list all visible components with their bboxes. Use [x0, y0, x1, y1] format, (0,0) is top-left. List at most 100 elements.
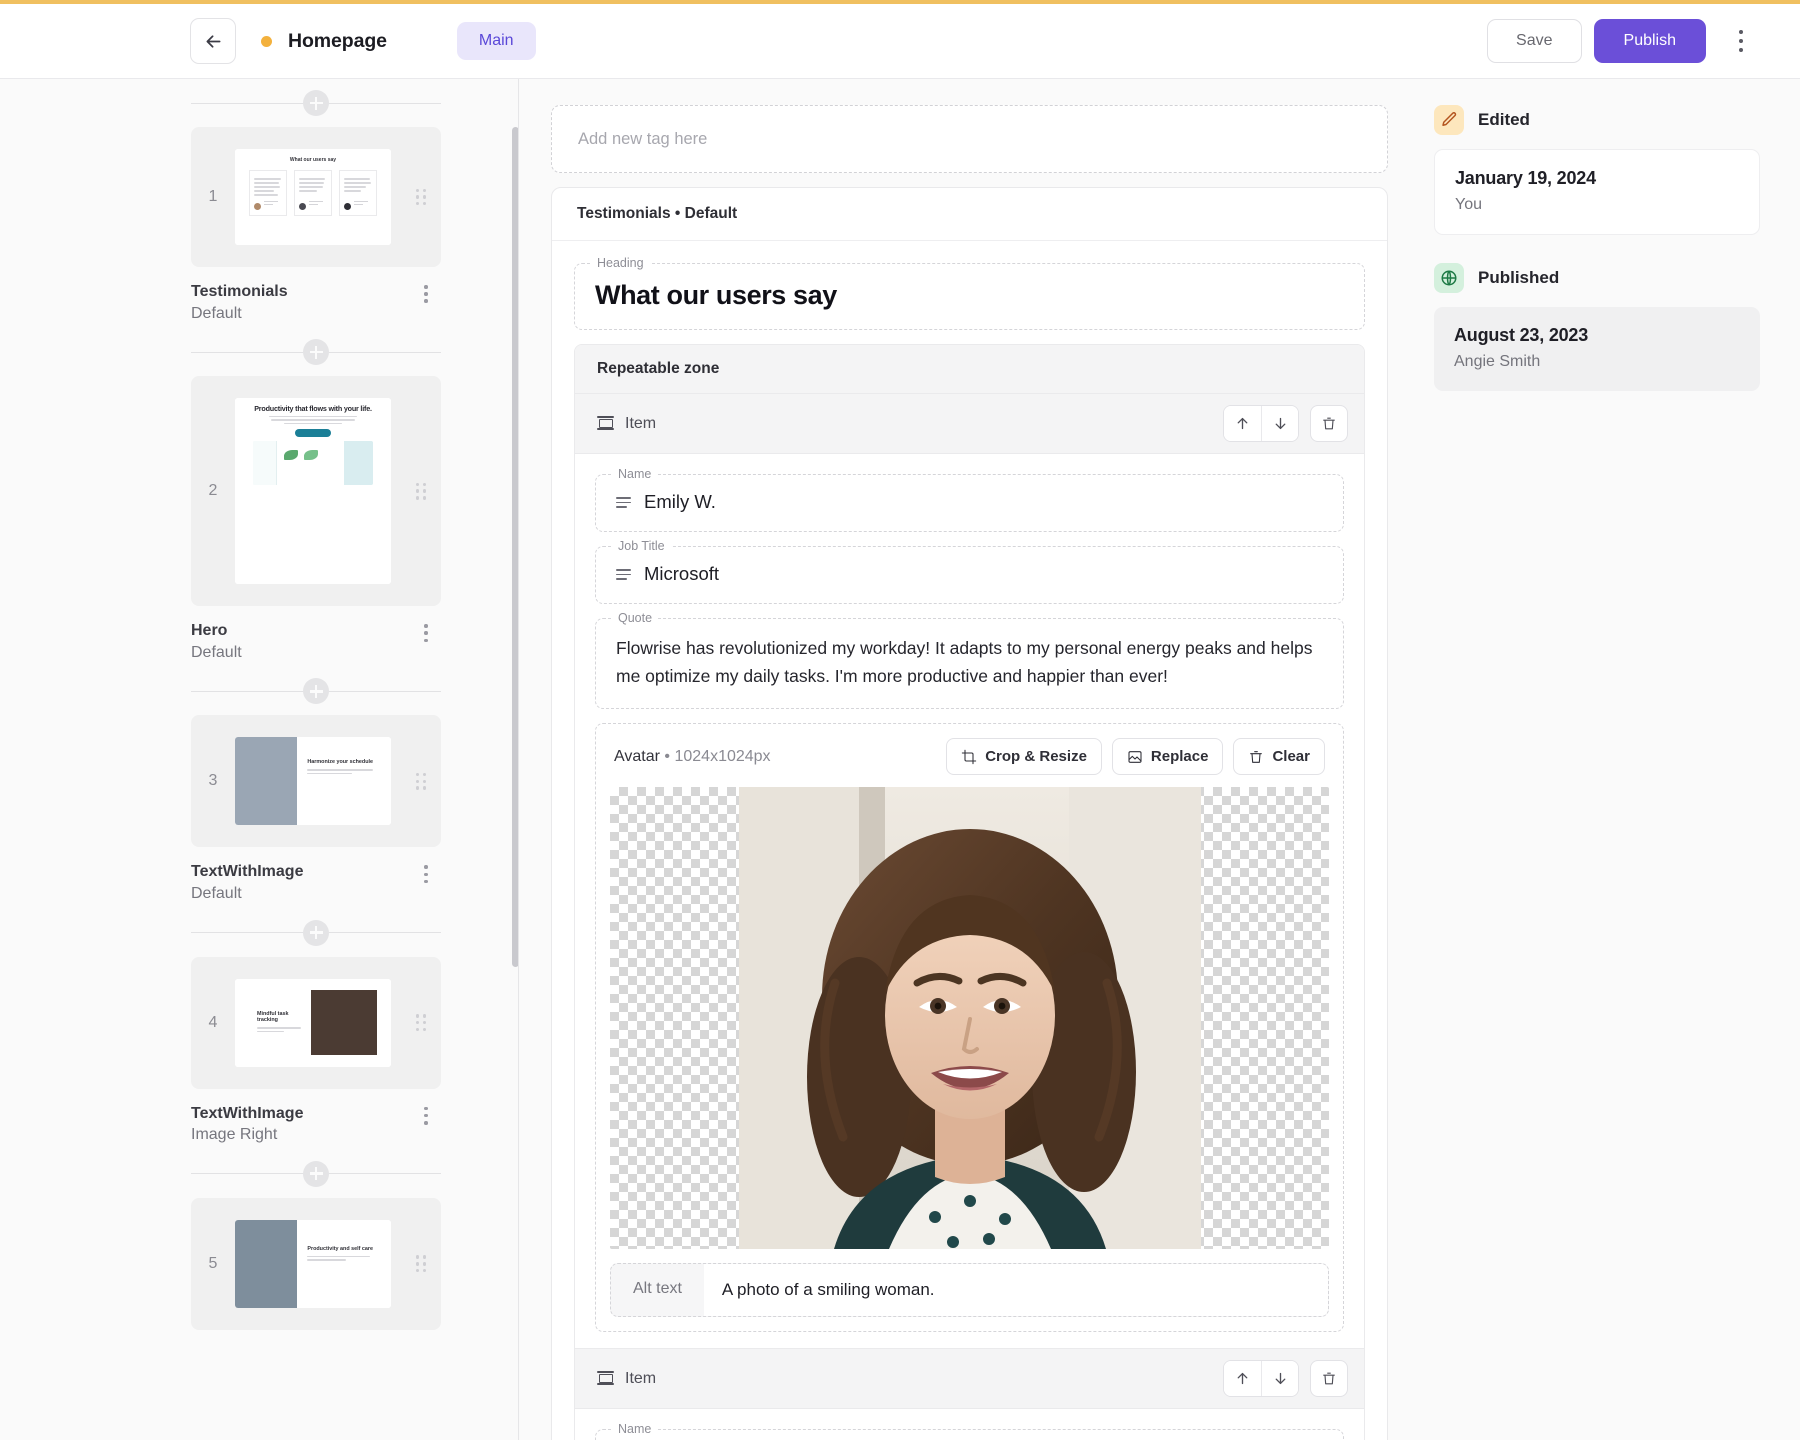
field-value: Emily W.: [644, 491, 716, 512]
edited-title: Edited: [1478, 110, 1530, 129]
slice-variation: Default: [191, 884, 242, 902]
add-slice-divider-3[interactable]: [191, 909, 441, 957]
edited-card: January 19, 2024 You: [1434, 149, 1760, 235]
add-slice-divider-0[interactable]: [191, 79, 441, 127]
app-root: Homepage Main Save Publish 1 What our us…: [0, 0, 1800, 1440]
move-item-down-button[interactable]: [1261, 1361, 1298, 1397]
heading-field[interactable]: Heading What our users say: [574, 256, 1365, 330]
slice-card-1[interactable]: 1 What our users say: [191, 127, 441, 267]
tag-input[interactable]: Add new tag here: [551, 105, 1388, 173]
avatar-image-widget: Avatar • 1024x1024px Crop & Resize Repla…: [595, 723, 1344, 1333]
crop-icon: [962, 749, 977, 764]
field-value: Flowrise has revolutionized my workday! …: [616, 638, 1313, 686]
slice-fields-panel: Testimonials • Default Heading What our …: [551, 187, 1388, 1440]
slice-card-4[interactable]: 4 Mindful task tracking: [191, 956, 441, 1089]
back-button[interactable]: [190, 18, 236, 64]
slice-meta-4: TextWithImage Image Right: [191, 1089, 441, 1150]
add-slice-icon[interactable]: [303, 1160, 329, 1187]
add-slice-icon[interactable]: [303, 919, 329, 946]
thumb-heading: What our users say: [289, 157, 337, 163]
slice-number: 2: [208, 482, 218, 500]
add-slice-icon[interactable]: [303, 678, 329, 705]
crop-resize-button[interactable]: Crop & Resize: [946, 738, 1102, 776]
field-value: Microsoft: [644, 563, 720, 584]
alt-text-input[interactable]: A photo of a smiling woman.: [703, 1264, 1328, 1317]
edited-date: January 19, 2024: [1455, 168, 1596, 188]
move-item-up-button[interactable]: [1224, 1361, 1261, 1397]
field-label: Name: [612, 467, 658, 481]
pencil-icon: [1434, 105, 1464, 135]
clear-image-button[interactable]: Clear: [1233, 738, 1325, 776]
slice-meta-2: Hero Default: [191, 606, 441, 667]
alt-text-row[interactable]: Alt text A photo of a smiling woman.: [610, 1263, 1329, 1318]
slice-number: 5: [208, 1254, 218, 1272]
clear-label: Clear: [1272, 748, 1310, 766]
slice-drag-handle[interactable]: [401, 772, 441, 790]
arrow-left-icon: [206, 34, 220, 48]
published-author: Angie Smith: [1454, 353, 1541, 370]
avatar-actions: Crop & Resize Replace Clear: [946, 738, 1325, 776]
add-slice-icon[interactable]: [303, 90, 329, 116]
avatar-preview-area[interactable]: [610, 787, 1329, 1250]
add-slice-divider-1[interactable]: [191, 328, 441, 376]
slice-options-icon[interactable]: [411, 861, 441, 887]
slice-number: 3: [208, 772, 218, 790]
arrow-up-icon: [1237, 417, 1248, 430]
slice-options-icon[interactable]: [411, 620, 441, 646]
slice-thumbnail: Mindful task tracking: [235, 978, 391, 1067]
job-title-field[interactable]: Job Title Microsoft: [595, 539, 1344, 604]
published-title: Published: [1478, 268, 1560, 287]
slice-card-3[interactable]: 3 Harmonize your schedule: [191, 715, 441, 848]
slice-variation: Image Right: [191, 1126, 278, 1144]
globe-icon: [1434, 263, 1464, 293]
slice-drag-handle[interactable]: [401, 1255, 441, 1273]
slice-drag-handle[interactable]: [401, 188, 441, 206]
name-field[interactable]: Name Mark R.: [595, 1422, 1344, 1440]
published-card: August 23, 2023 Angie Smith: [1434, 307, 1760, 391]
item-icon: [597, 416, 614, 431]
slices-list: 1 What our users say Testimonials Defaul…: [0, 79, 519, 1330]
delete-item-button[interactable]: [1310, 1360, 1348, 1398]
slice-name: TextWithImage: [191, 1104, 304, 1122]
replace-image-button[interactable]: Replace: [1111, 738, 1224, 776]
main-language-chip[interactable]: Main: [456, 22, 536, 60]
slice-card-5[interactable]: 5 Productivity and self care: [191, 1197, 441, 1330]
slice-thumbnail: Productivity and self care: [235, 1219, 391, 1308]
thumb-heading: Harmonize your schedule: [307, 759, 373, 766]
slice-options-icon[interactable]: [411, 281, 441, 307]
publish-button[interactable]: Publish: [1593, 19, 1706, 63]
save-button[interactable]: Save: [1487, 19, 1582, 63]
page-status-dot: [261, 35, 272, 47]
slice-meta-3: TextWithImage Default: [191, 847, 441, 908]
move-item-down-button[interactable]: [1261, 406, 1298, 441]
published-date: August 23, 2023: [1454, 325, 1589, 345]
trash-icon: [1250, 750, 1263, 763]
add-slice-icon[interactable]: [303, 339, 329, 366]
add-slice-divider-2[interactable]: [191, 667, 441, 715]
repeatable-zone: Repeatable zone Item Name Emily W. Job T…: [574, 344, 1365, 1440]
page-title: Homepage: [288, 29, 387, 52]
header-actions: Save Publish: [1487, 19, 1758, 63]
field-value: What our users say: [595, 280, 837, 310]
slice-card-2[interactable]: 2 Productivity that flows with your life…: [191, 376, 441, 607]
thumb-heading: Mindful task tracking: [257, 1011, 289, 1024]
item-label: Item: [625, 1369, 657, 1387]
slice-drag-handle[interactable]: [401, 1014, 441, 1031]
slice-variation: Default: [191, 304, 242, 322]
avatar-label: Avatar: [614, 747, 660, 765]
delete-item-button[interactable]: [1310, 405, 1348, 442]
name-field[interactable]: Name Emily W.: [595, 467, 1344, 532]
slice-drag-handle[interactable]: [401, 482, 441, 500]
kebab-menu-icon[interactable]: [1724, 21, 1758, 61]
add-slice-divider-4[interactable]: [191, 1150, 441, 1198]
rich-text-icon: [616, 497, 631, 508]
slice-name: Testimonials: [191, 283, 288, 300]
replace-image-icon: [1128, 750, 1142, 763]
slice-options-icon[interactable]: [411, 1103, 441, 1129]
item-actions-1: [1223, 405, 1348, 442]
app-body: 1 What our users say Testimonials Defaul…: [0, 79, 1800, 1440]
rich-text-icon: [616, 569, 631, 580]
quote-field[interactable]: Quote Flowrise has revolutionized my wor…: [595, 611, 1344, 710]
move-item-up-button[interactable]: [1224, 406, 1261, 441]
item-move-group: [1223, 405, 1299, 442]
